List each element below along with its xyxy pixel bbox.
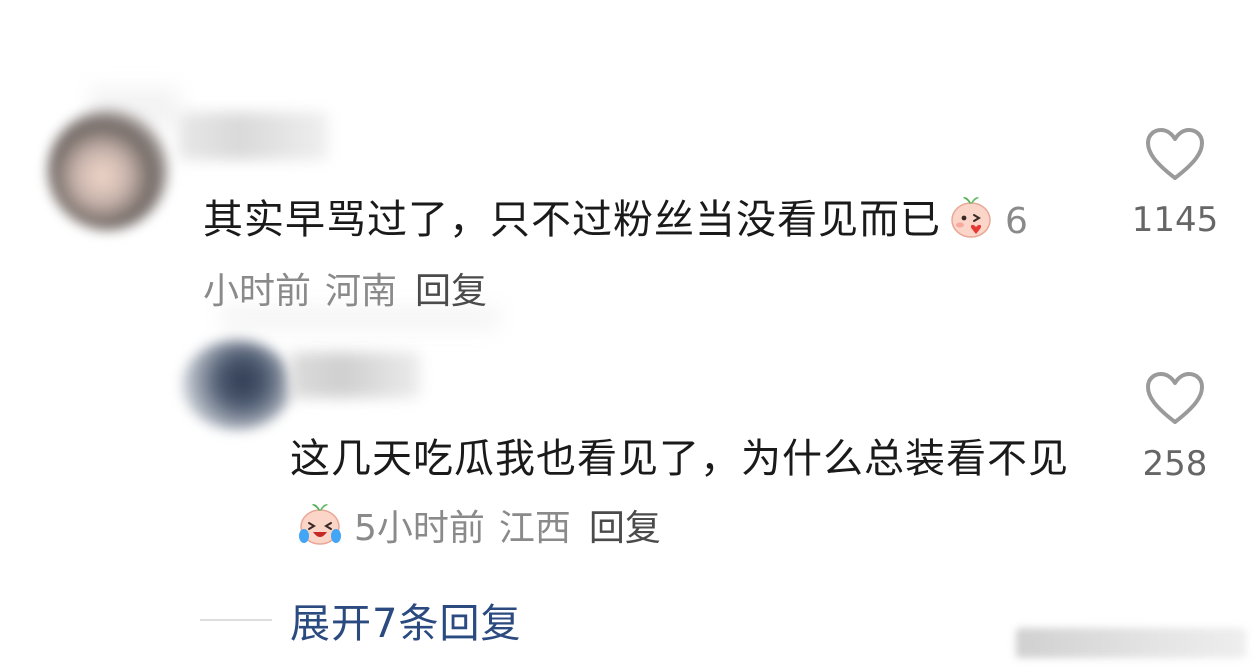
avatar[interactable] [48, 110, 168, 230]
like-count: 1145 [1131, 200, 1219, 240]
heart-outline-icon [1146, 128, 1204, 180]
username-blurred[interactable] [178, 112, 328, 160]
like-count: 258 [1142, 444, 1208, 484]
comment-body[interactable]: 其实早骂过了，只不过粉丝当没看见而已 6小时前 河南 回复 [203, 186, 1063, 326]
divider [200, 619, 272, 621]
expand-replies-label: 展开7条回复 [290, 601, 522, 647]
comment-text: 这几天吃瓜我也看见了，为什么总装看不见 [290, 436, 1069, 482]
like-button[interactable]: 1145 [1120, 126, 1230, 240]
reply-button[interactable]: 回复 [415, 271, 487, 312]
avatar[interactable] [182, 340, 292, 430]
watermark-blurred [1016, 628, 1246, 658]
comment-region: 江西 [498, 508, 571, 549]
comment-region: 河南 [325, 271, 398, 312]
comment-time: 5小时前 [354, 508, 485, 549]
blush-kiss-heart-emoji-icon [945, 189, 997, 241]
username-blurred[interactable] [290, 352, 420, 398]
heart-outline-icon [1146, 372, 1204, 424]
expand-replies-button[interactable]: 展开7条回复 [200, 592, 521, 648]
reply-body[interactable]: 这几天吃瓜我也看见了，为什么总装看不见 5小时前 江西 回复 [290, 425, 1110, 563]
laughing-crying-emoji-icon [294, 496, 346, 548]
reply-button[interactable]: 回复 [589, 508, 661, 549]
comment-text: 其实早骂过了，只不过粉丝当没看见而已 [203, 197, 941, 243]
like-button[interactable]: 258 [1120, 370, 1230, 484]
comment-thread: 其实早骂过了，只不过粉丝当没看见而已 6小时前 河南 回复 1145 这几天吃瓜我也… [0, 0, 1260, 672]
